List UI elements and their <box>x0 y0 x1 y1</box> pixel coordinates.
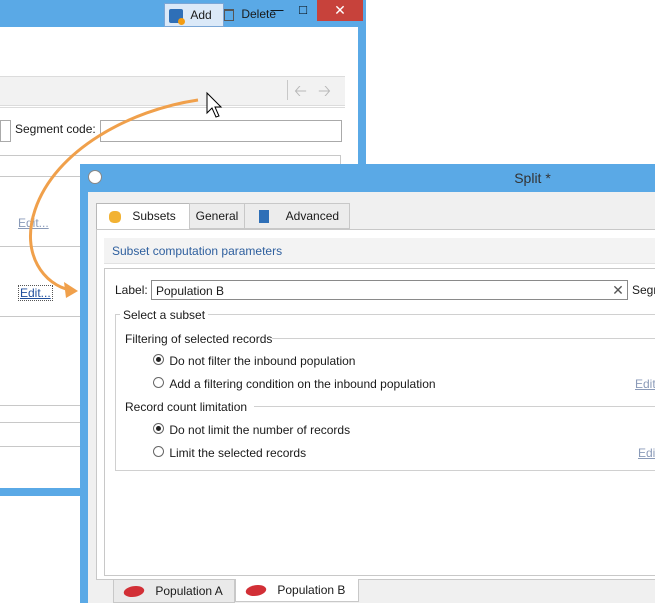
mouse-cursor-icon <box>206 91 223 118</box>
annotation-overlay <box>29 91 223 298</box>
curved-arrow <box>29 98 199 292</box>
arrow-head <box>64 282 78 298</box>
